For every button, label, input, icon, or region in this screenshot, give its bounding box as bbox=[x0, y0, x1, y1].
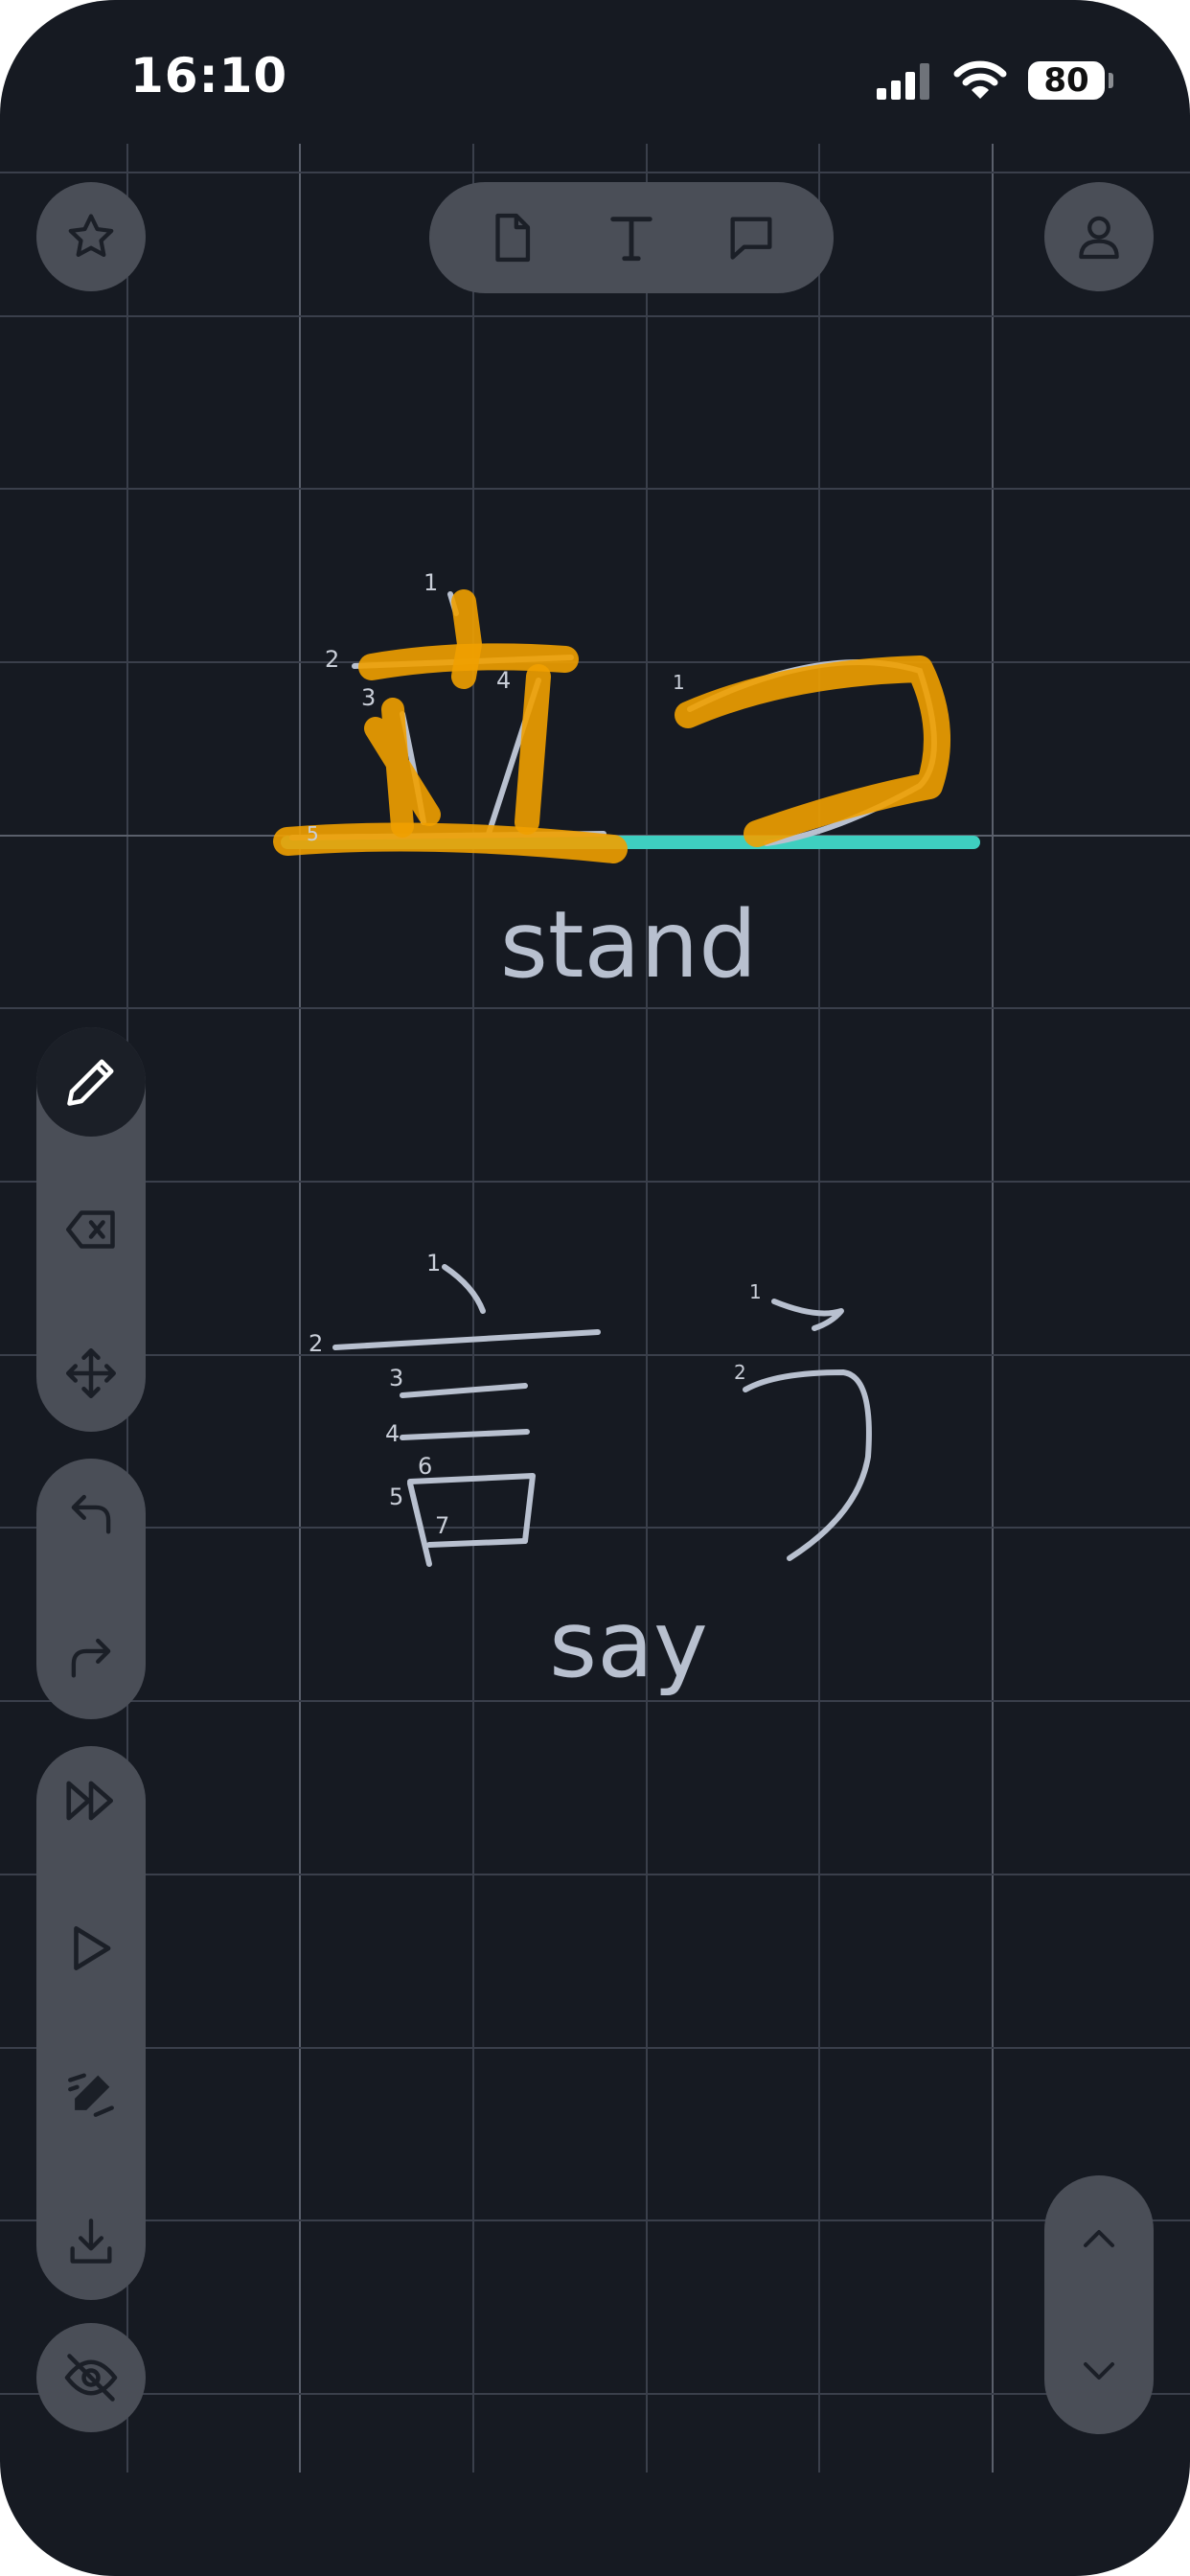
play-button[interactable] bbox=[36, 1894, 146, 2003]
status-time: 16:10 bbox=[130, 48, 288, 104]
redo-icon bbox=[63, 1629, 119, 1685]
stroke-number: 2 bbox=[325, 646, 340, 673]
pencil-icon bbox=[62, 1053, 120, 1111]
pen-button[interactable] bbox=[36, 1027, 146, 1137]
word-meaning-say: say bbox=[549, 1591, 708, 1698]
battery-indicator: 80 bbox=[1028, 61, 1113, 100]
text-button[interactable] bbox=[588, 195, 675, 281]
download-button[interactable] bbox=[36, 2187, 146, 2296]
document-icon bbox=[484, 210, 539, 265]
stroke-number: 1 bbox=[423, 569, 439, 596]
chevron-down-icon bbox=[1076, 2347, 1122, 2393]
undo-button[interactable] bbox=[36, 1459, 146, 1568]
stroke-number: 1 bbox=[749, 1280, 762, 1303]
favorite-button[interactable] bbox=[36, 182, 146, 291]
erase-button[interactable] bbox=[36, 1175, 146, 1284]
status-icons: 80 bbox=[877, 58, 1113, 104]
eraser-icon bbox=[62, 1201, 120, 1258]
eye-off-icon bbox=[62, 2349, 120, 2406]
star-icon bbox=[64, 210, 118, 264]
auto-draw-icon bbox=[63, 2066, 119, 2122]
text-icon bbox=[604, 210, 659, 265]
app-screen: 16:10 80 1 2 3 4 5 1 stand 1 2 3 4 5 6 7… bbox=[0, 0, 1190, 2576]
word-meaning-stand: stand bbox=[499, 891, 758, 999]
chevron-up-icon bbox=[1076, 2217, 1122, 2263]
battery-level: 80 bbox=[1028, 61, 1105, 100]
kanji-iu-drawing bbox=[332, 1264, 872, 1567]
stroke-number: 3 bbox=[361, 684, 377, 711]
speech-bubble-icon bbox=[723, 210, 779, 265]
undo-icon bbox=[63, 1485, 119, 1541]
stroke-number: 4 bbox=[385, 1420, 400, 1447]
previous-page-button[interactable] bbox=[1044, 2185, 1154, 2294]
stroke-number: 1 bbox=[426, 1250, 442, 1276]
document-button[interactable] bbox=[469, 195, 555, 281]
stroke-number: 5 bbox=[307, 822, 319, 845]
playback-panel bbox=[36, 1746, 146, 2300]
stroke-number: 2 bbox=[734, 1361, 746, 1384]
stroke-number: 6 bbox=[418, 1453, 433, 1480]
history-panel bbox=[36, 1459, 146, 1719]
battery-cap bbox=[1109, 73, 1113, 88]
move-icon bbox=[62, 1345, 120, 1402]
stroke-number: 7 bbox=[435, 1512, 450, 1539]
user-icon bbox=[1072, 210, 1126, 264]
play-icon bbox=[61, 1919, 121, 1978]
auto-draw-button[interactable] bbox=[36, 2039, 146, 2149]
wifi-icon bbox=[953, 60, 1007, 101]
download-icon bbox=[63, 2214, 119, 2269]
stroke-number: 3 bbox=[389, 1365, 404, 1392]
fast-forward-icon bbox=[61, 1771, 121, 1830]
move-button[interactable] bbox=[36, 1319, 146, 1428]
signal-icon bbox=[877, 61, 932, 100]
hide-guides-button[interactable] bbox=[36, 2323, 146, 2432]
fast-forward-button[interactable] bbox=[36, 1746, 146, 1855]
next-page-button[interactable] bbox=[1044, 2315, 1154, 2425]
view-mode-toolbar bbox=[429, 182, 834, 293]
stroke-number: 1 bbox=[673, 671, 685, 694]
redo-button[interactable] bbox=[36, 1602, 146, 1712]
page-navigation-panel bbox=[1044, 2175, 1154, 2434]
profile-button[interactable] bbox=[1044, 182, 1154, 291]
comment-button[interactable] bbox=[708, 195, 794, 281]
kanji-tatsu-drawing bbox=[273, 589, 980, 863]
stroke-number: 5 bbox=[389, 1484, 404, 1510]
stroke-number: 2 bbox=[309, 1330, 324, 1357]
stroke-number: 4 bbox=[496, 667, 512, 694]
